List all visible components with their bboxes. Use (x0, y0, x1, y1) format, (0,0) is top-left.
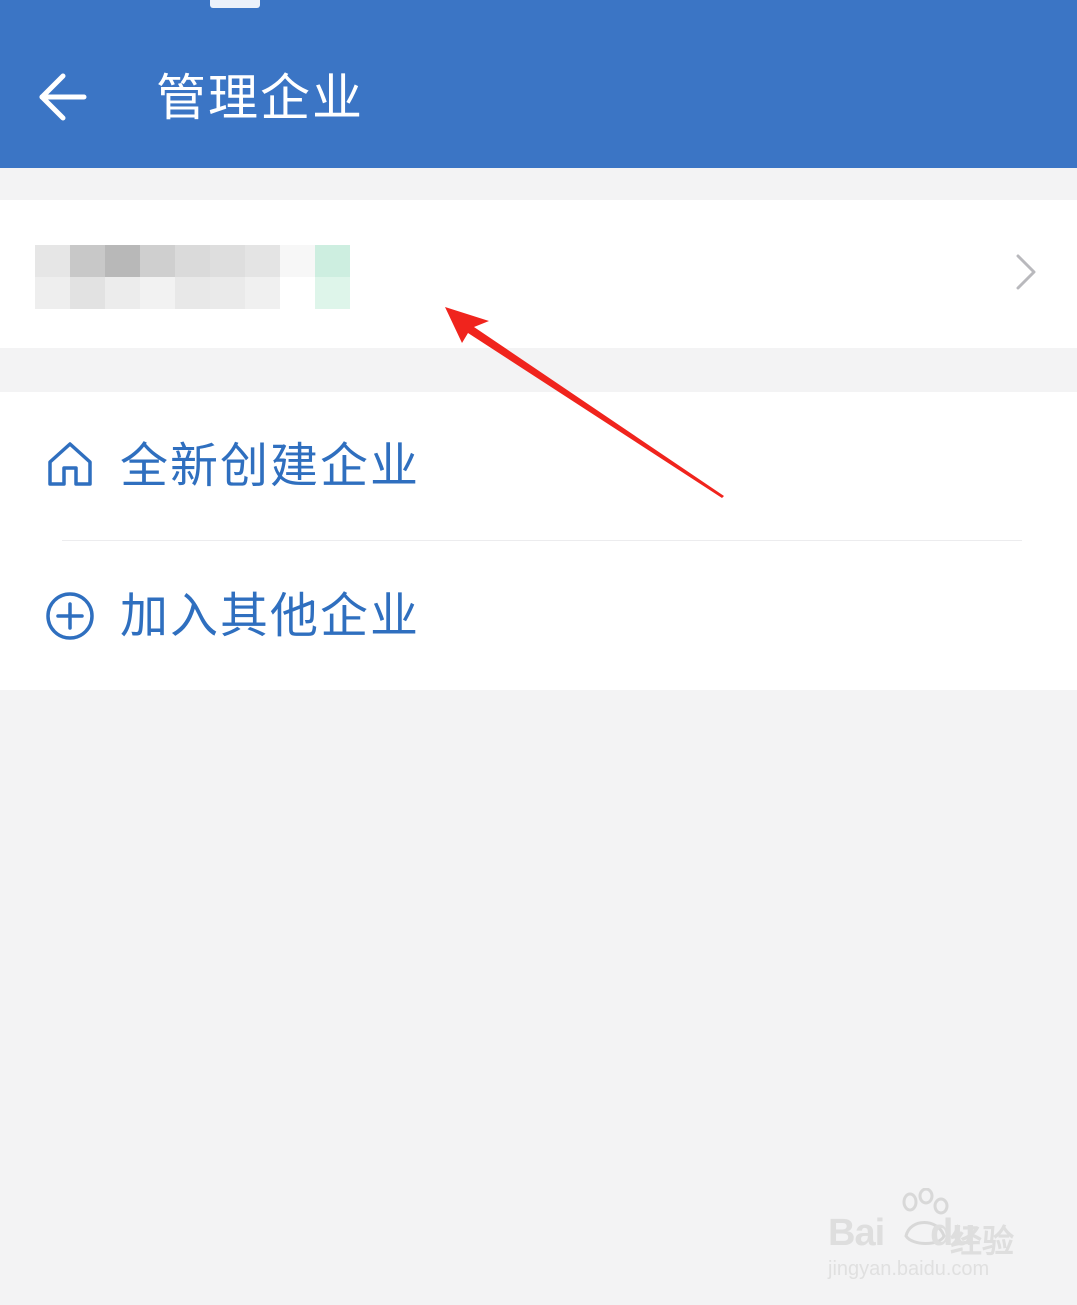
redacted-company-name (35, 245, 351, 309)
arrow-left-icon (39, 73, 87, 121)
page-title: 管理企业 (156, 69, 364, 127)
join-company-label: 加入其他企业 (120, 588, 421, 644)
join-company-item[interactable]: 加入其他企业 (0, 542, 1077, 690)
create-company-label: 全新创建企业 (120, 438, 421, 494)
divider (62, 540, 1022, 541)
watermark-url: jingyan.baidu.com (828, 1258, 990, 1280)
back-button[interactable] (30, 64, 96, 130)
watermark-product: 经验 (950, 1222, 1015, 1260)
chevron-right-icon (1016, 254, 1036, 290)
plus-circle-icon (46, 592, 94, 640)
baidu-jingyan-watermark: Bai du 经验 jingyan.baidu.com (826, 1186, 1026, 1286)
status-bar-fragment (210, 0, 260, 8)
home-icon (48, 442, 92, 486)
app-header: 管理企业 (0, 0, 1077, 168)
create-company-item[interactable]: 全新创建企业 (0, 392, 1077, 540)
